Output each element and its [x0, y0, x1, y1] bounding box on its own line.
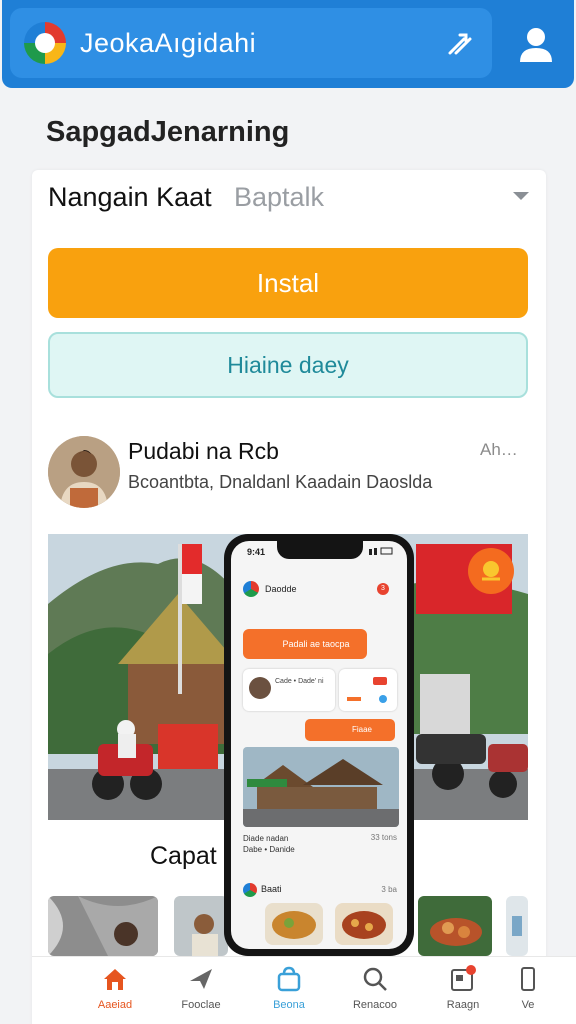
selector-hint: Baptalk: [234, 182, 325, 212]
nav-label: Renacoo: [352, 999, 398, 1011]
nav-label: Raagn: [446, 999, 480, 1011]
phone-card-secondary: [339, 669, 397, 711]
phone-food-image: [265, 903, 323, 945]
battery-icon: [369, 547, 393, 555]
chevron-down-icon[interactable]: [510, 188, 532, 204]
avatar-photo: [48, 436, 120, 508]
bag-icon: [277, 966, 301, 992]
section-heading: SapgadJenarning: [46, 116, 290, 148]
phone-food-image: [335, 903, 393, 945]
home-icon: [104, 969, 126, 990]
phone-screen: 9:41 Daodde 3 Padali ae taocpa Cade • Da…: [231, 541, 407, 949]
phone-chip-button: Fiaae: [305, 719, 395, 741]
tools-icon[interactable]: [442, 26, 478, 62]
thumbnail-image: [48, 896, 158, 956]
phone-footer-logo: [243, 883, 257, 897]
author-name[interactable]: Pudabi na Rcb: [128, 438, 279, 465]
phone-card: Cade • Dade’ ni: [243, 669, 335, 711]
category-selector[interactable]: Nangain Kaat Baptalk: [48, 178, 536, 218]
phone-icon: [521, 967, 535, 991]
phone-meta-count: 33 tons: [370, 833, 397, 842]
author-subtitle: Bcoantbta, Dnaldanl Kaadain Daoslda: [128, 472, 433, 492]
hero-action-button[interactable]: [468, 548, 514, 594]
phone-notification-badge: 3: [377, 583, 389, 595]
app-logo[interactable]: [24, 22, 66, 64]
phone-card-avatar: [249, 677, 271, 699]
phone-footer-title: Baati: [261, 884, 282, 894]
selector-value: Nangain Kaat: [48, 182, 212, 212]
app-header: JeokaAıgidahi: [2, 0, 574, 88]
phone-logo: [243, 581, 259, 597]
nav-item-home[interactable]: Aaeiad: [72, 965, 158, 1021]
phone-header-title: Daodde: [265, 584, 297, 594]
secondary-button[interactable]: Hiaine daey: [48, 332, 528, 398]
thumbnail[interactable]: [48, 896, 158, 956]
phone-food-thumb: [265, 903, 323, 945]
phone-notch: [277, 541, 363, 559]
nav-item-phone[interactable]: Ve: [508, 965, 548, 1021]
thumbnail-image: [418, 896, 492, 956]
search-icon: [363, 967, 387, 991]
phone-mockup: 9:41 Daodde 3 Padali ae taocpa Cade • Da…: [224, 534, 414, 956]
phone-time: 9:41: [247, 547, 266, 557]
thumbnail[interactable]: [506, 896, 528, 956]
nav-label: Beona: [273, 999, 305, 1011]
phone-photo: [243, 747, 399, 827]
nav-label: Ve: [521, 999, 535, 1011]
install-button[interactable]: Instal: [48, 248, 528, 318]
bottom-navigation: Aaeiad Fooclae Beona Renacoo Raagn Ve: [32, 956, 576, 1024]
phone-meta-sub: Dabe • Danide: [243, 845, 295, 854]
nav-label: Fooclae: [181, 999, 221, 1011]
phone-footer-count: 3 ba: [381, 885, 397, 894]
phone-village-image: [243, 747, 399, 827]
nav-item-search[interactable]: Renacoo: [332, 965, 418, 1021]
nav-item-shop[interactable]: Beona: [246, 965, 332, 1021]
phone-meta-title: Diade nadan: [243, 834, 289, 843]
phone-food-thumb: [335, 903, 393, 945]
phone-card-text: Cade • Dade’ ni: [275, 678, 324, 685]
nav-label: Aaeiad: [97, 999, 133, 1011]
person-icon[interactable]: [514, 24, 558, 64]
thumbnail-image: [174, 896, 228, 956]
author-avatar[interactable]: [48, 436, 120, 508]
nav-item-news[interactable]: Raagn: [420, 965, 506, 1021]
phone-card-icons: [347, 677, 387, 703]
news-icon: [451, 965, 476, 991]
location-icon: [482, 561, 500, 581]
thumbnail[interactable]: [418, 896, 492, 956]
plane-icon: [190, 969, 212, 989]
nav-item-travel[interactable]: Fooclae: [158, 965, 244, 1021]
phone-orange-button: Padali ae taocpa: [243, 629, 367, 659]
app-title: JeokaAıgidahi: [80, 28, 257, 58]
section-caption: Capat: [150, 842, 217, 870]
post-time: Ah…: [480, 440, 518, 459]
thumbnail-image: [506, 896, 528, 956]
thumbnail[interactable]: [174, 896, 228, 956]
